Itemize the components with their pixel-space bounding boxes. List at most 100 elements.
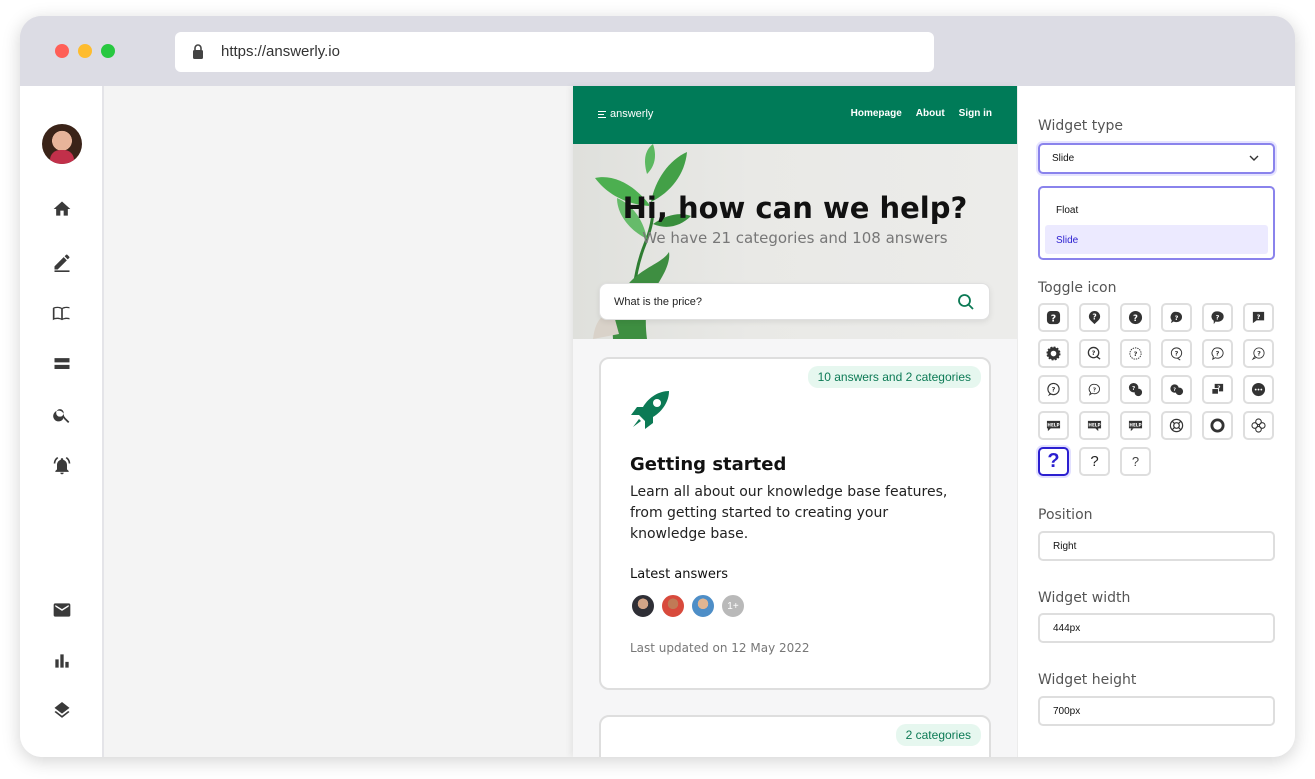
question-pin-icon[interactable]: ? [1079,303,1110,332]
lifebuoy-outline-icon[interactable] [1161,411,1192,440]
question-badge-outline-icon[interactable]: ? [1120,339,1151,368]
preview-navbar: answerly Homepage About Sign in [573,86,1017,144]
chat-dots-icon[interactable] [1243,375,1274,404]
question-chat-outline-icon[interactable]: ? [1079,339,1110,368]
category-card[interactable]: 2 categories [599,715,991,757]
question-chat-small-icon[interactable]: ? [1079,375,1110,404]
svg-text:?: ? [1051,313,1056,324]
svg-text:?: ? [1175,314,1179,322]
svg-text:?: ? [1257,349,1261,357]
question-speech-outline-icon[interactable]: ? [1202,339,1233,368]
count-badge: 2 categories [895,724,981,746]
question-square-bubbles-icon[interactable]: ? [1202,375,1233,404]
question-mark-bold-icon[interactable]: ? [1038,447,1069,476]
question-mark-icon[interactable]: ? [1079,447,1110,476]
svg-text:?: ? [1052,385,1056,393]
lifebuoy-icon[interactable] [1202,411,1233,440]
logo-mark-icon [598,110,606,118]
help-tag-icon[interactable]: HELP [1120,411,1151,440]
svg-text:HELP: HELP [1088,422,1100,427]
widget-type-select[interactable]: Slide [1038,143,1275,174]
nav-sign-in-link[interactable]: Sign in [959,108,992,119]
more-authors-badge: 1+ [720,593,746,619]
position-value: Right [1053,541,1077,552]
question-gear-icon[interactable] [1038,339,1069,368]
question-conversation-icon[interactable]: ? [1161,375,1192,404]
position-select[interactable]: Right [1038,531,1275,561]
option-float[interactable]: Float [1045,195,1268,224]
close-window-button[interactable] [55,44,69,58]
question-message-icon[interactable]: ? [1243,303,1274,332]
option-slide[interactable]: Slide [1045,225,1268,254]
app-content: answerly Homepage About Sign in Hi, how … [20,86,1295,757]
avatar [630,593,656,619]
help-bubble-alt-icon[interactable]: HELP [1079,411,1110,440]
kb-search-input[interactable]: What is the price? [599,283,990,320]
alarm-bell-icon[interactable] [51,455,73,477]
storage-icon[interactable] [51,353,73,375]
widget-width-value: 444px [1053,623,1081,634]
mail-icon[interactable] [51,599,73,621]
svg-text:?: ? [1092,312,1096,321]
svg-text:HELP: HELP [1129,422,1141,427]
card-description: Learn all about our knowledge base featu… [630,484,948,542]
question-circle-icon[interactable]: ? [1038,303,1069,332]
rocket-icon [631,391,669,429]
search-icon[interactable] [51,404,73,426]
widget-width-field[interactable]: 444px [1038,613,1275,643]
category-card[interactable]: 10 answers and 2 categories Getting star… [599,357,991,690]
question-bubble-outline-icon[interactable]: ? [1161,339,1192,368]
question-mark-dashed-icon[interactable]: ? [1120,447,1151,476]
editor-canvas [104,86,573,757]
card-title: Getting started [630,454,787,475]
widget-settings-panel: Widget type Slide Float Slide Toggle ico… [1017,86,1295,757]
last-updated-text: Last updated on 12 May 2022 [630,641,810,655]
avatar [660,593,686,619]
book-icon[interactable] [51,302,73,324]
question-bubble-icon[interactable]: ? [1161,303,1192,332]
question-double-bubble-icon[interactable]: ? [1120,375,1151,404]
search-icon[interactable] [957,293,975,311]
edit-icon[interactable] [51,251,73,273]
widget-height-field[interactable]: 700px [1038,696,1275,726]
hero-section: Hi, how can we help? We have 21 categori… [573,144,1017,339]
maximize-window-button[interactable] [101,44,115,58]
widget-height-label: Widget height [1038,672,1137,688]
toggle-icon-label: Toggle icon [1038,280,1117,296]
nav-about-link[interactable]: About [916,108,945,119]
svg-text:?: ? [1175,349,1179,357]
svg-text:?: ? [1217,386,1220,392]
sidebar [20,86,104,757]
bar-chart-icon[interactable] [51,650,73,672]
address-bar[interactable]: https://answerly.io [175,32,934,72]
chevron-down-icon [1249,155,1259,161]
question-thin-bubble-icon[interactable]: ? [1243,339,1274,368]
layers-icon[interactable] [51,701,73,723]
question-speech-icon[interactable]: ? [1202,303,1233,332]
svg-text:?: ? [1092,349,1096,357]
lifebuoy-flower-icon[interactable] [1243,411,1274,440]
avatar[interactable] [42,124,82,164]
browser-window: https://answerly.io answerly Homepage Ab… [20,16,1295,757]
question-chat-icon[interactable]: ? [1038,375,1069,404]
logo-text: answerly [610,108,654,120]
question-round-icon[interactable]: ? [1120,303,1151,332]
widget-type-dropdown: Float Slide [1038,186,1275,260]
svg-text:?: ? [1093,387,1096,393]
title-bar: https://answerly.io [20,16,1295,86]
author-avatars: 1+ [630,593,750,619]
answerly-logo[interactable]: answerly [598,108,653,120]
widget-type-label: Widget type [1038,118,1124,134]
home-icon[interactable] [51,198,73,220]
svg-text:?: ? [1133,313,1138,323]
svg-text:?: ? [1216,349,1220,357]
nav-homepage-link[interactable]: Homepage [851,108,902,119]
widget-height-value: 700px [1053,706,1081,717]
url-text: https://answerly.io [221,43,340,60]
lock-icon [193,44,203,59]
search-value: What is the price? [614,296,703,308]
minimize-window-button[interactable] [78,44,92,58]
help-bubble-icon[interactable]: HELP [1038,411,1069,440]
latest-answers-label: Latest answers [630,567,729,582]
svg-text:?: ? [1257,313,1261,321]
